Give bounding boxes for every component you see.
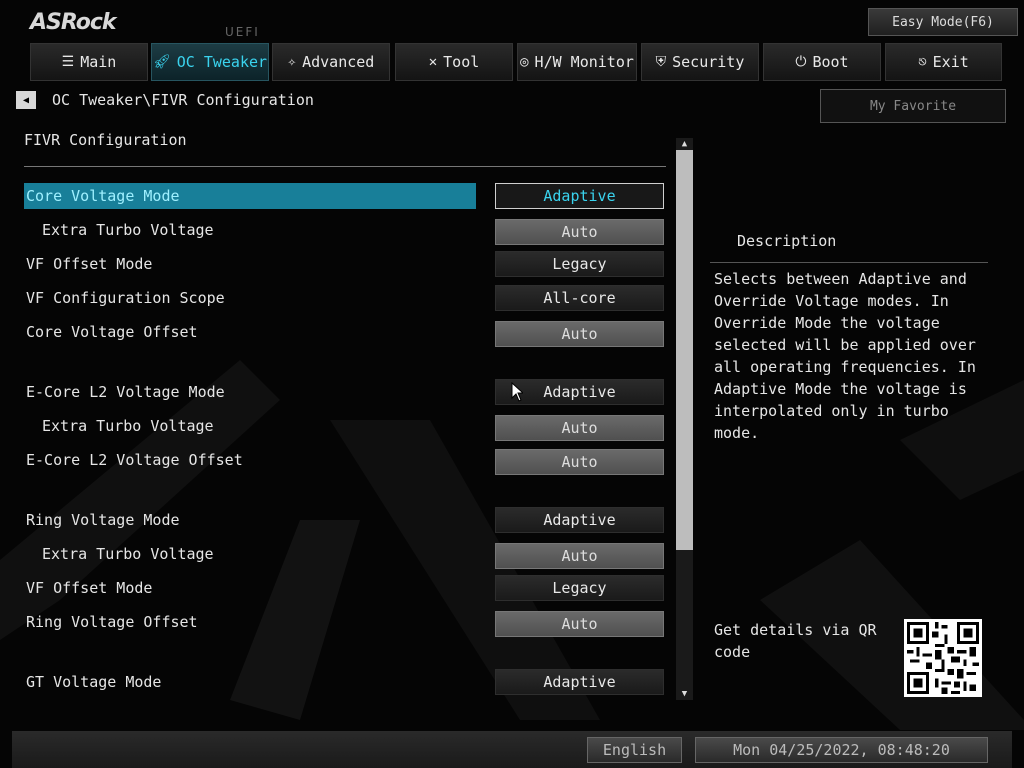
uefi-label: UEFI [225, 25, 260, 39]
tab-label: Exit [932, 53, 969, 71]
tab-exit[interactable]: ⎋ Exit [885, 43, 1002, 81]
exit-icon: ⎋ [918, 54, 927, 70]
asrock-logo: ASRock [30, 10, 117, 35]
setting-value-core-voltage-offset[interactable]: Auto [495, 321, 664, 347]
triangle-down-icon: ▼ [681, 689, 688, 699]
setting-value-ecore-l2-voltage-offset[interactable]: Auto [495, 449, 664, 475]
list-icon: ☰ [61, 54, 75, 70]
tab-advanced[interactable]: ✧ Advanced [272, 43, 390, 81]
star-icon: ✧ [287, 54, 297, 70]
my-favorite-button[interactable]: My Favorite [820, 89, 1006, 123]
setting-label-ring-voltage-offset[interactable]: Ring Voltage Offset [26, 613, 198, 631]
language-button[interactable]: English [587, 737, 682, 763]
tab-label: Security [672, 53, 745, 71]
setting-label-vf-offset-mode[interactable]: VF Offset Mode [26, 579, 152, 597]
rocket-icon: 🚀︎ [152, 54, 171, 70]
tab-label: H/W Monitor [534, 53, 634, 71]
setting-label-vf-offset-mode[interactable]: VF Offset Mode [26, 255, 152, 273]
description-divider [710, 262, 988, 263]
back-button[interactable]: ◀ [16, 91, 36, 109]
setting-value-ring-voltage-mode[interactable]: Adaptive [495, 507, 664, 533]
setting-label-extra-turbo-voltage[interactable]: Extra Turbo Voltage [42, 221, 214, 239]
tab-hw-monitor[interactable]: ◎ H/W Monitor [517, 43, 637, 81]
tab-boot[interactable]: ⏻ Boot [763, 43, 881, 81]
setting-value-vf-configuration-scope[interactable]: All-core [495, 285, 664, 311]
main-tab-bar: ☰ Main 🚀︎ OC Tweaker ✧ Advanced ✕ Tool ◎… [30, 43, 1002, 83]
tab-security[interactable]: ⛨ Security [641, 43, 759, 81]
setting-label-ring-voltage-mode[interactable]: Ring Voltage Mode [26, 511, 180, 529]
divider [24, 166, 666, 167]
tab-label: Boot [812, 53, 849, 71]
scrollbar-thumb[interactable] [676, 150, 693, 550]
tab-label: Tool [443, 53, 480, 71]
setting-value-vf-offset-mode[interactable]: Legacy [495, 575, 664, 601]
breadcrumb: OC Tweaker\FIVR Configuration [52, 91, 314, 109]
setting-value-core-voltage-mode[interactable]: Adaptive [495, 183, 664, 209]
tab-label: OC Tweaker [176, 53, 268, 71]
setting-label-core-voltage-mode[interactable]: Core Voltage Mode [24, 183, 476, 209]
setting-value-extra-turbo-voltage[interactable]: Auto [495, 543, 664, 569]
section-title: FIVR Configuration [24, 131, 187, 149]
mouse-cursor-icon [511, 382, 523, 402]
setting-label-ecore-l2-voltage-offset[interactable]: E-Core L2 Voltage Offset [26, 451, 243, 469]
setting-label-extra-turbo-voltage[interactable]: Extra Turbo Voltage [42, 417, 214, 435]
back-arrow-icon: ◀ [22, 94, 30, 106]
power-icon: ⏻ [795, 54, 807, 70]
setting-label-gt-voltage-mode[interactable]: GT Voltage Mode [26, 673, 161, 691]
tab-label: Main [80, 53, 117, 71]
setting-label-core-voltage-offset[interactable]: Core Voltage Offset [26, 323, 198, 341]
setting-value-ring-voltage-offset[interactable]: Auto [495, 611, 664, 637]
shield-icon: ⛨ [655, 54, 667, 70]
setting-value-extra-turbo-voltage[interactable]: Auto [495, 219, 664, 245]
scroll-down-button[interactable]: ▼ [676, 688, 693, 700]
description-title: Description [737, 232, 837, 250]
qr-label: Get details via QR code [714, 621, 877, 661]
setting-value-gt-voltage-mode[interactable]: Adaptive [495, 669, 664, 695]
setting-value-vf-offset-mode[interactable]: Legacy [495, 251, 664, 277]
setting-value-extra-turbo-voltage[interactable]: Auto [495, 415, 664, 441]
monitor-icon: ◎ [520, 54, 529, 70]
tab-tool[interactable]: ✕ Tool [395, 43, 513, 81]
description-text: Selects between Adaptive and Override Vo… [714, 270, 976, 442]
setting-label-vf-configuration-scope[interactable]: VF Configuration Scope [26, 289, 225, 307]
scroll-up-button[interactable]: ▲ [676, 138, 693, 150]
tools-icon: ✕ [428, 54, 438, 70]
triangle-up-icon: ▲ [681, 139, 688, 149]
setting-label-extra-turbo-voltage[interactable]: Extra Turbo Voltage [42, 545, 214, 563]
tab-label: Advanced [302, 53, 375, 71]
easy-mode-button[interactable]: Easy Mode(F6) [868, 8, 1018, 36]
setting-label-ecore-l2-voltage-mode[interactable]: E-Core L2 Voltage Mode [26, 383, 225, 401]
qr-code-icon [904, 619, 982, 697]
datetime-display[interactable]: Mon 04/25/2022, 08:48:20 [695, 737, 988, 763]
tab-oc-tweaker[interactable]: 🚀︎ OC Tweaker [151, 43, 269, 81]
tab-main[interactable]: ☰ Main [30, 43, 148, 81]
